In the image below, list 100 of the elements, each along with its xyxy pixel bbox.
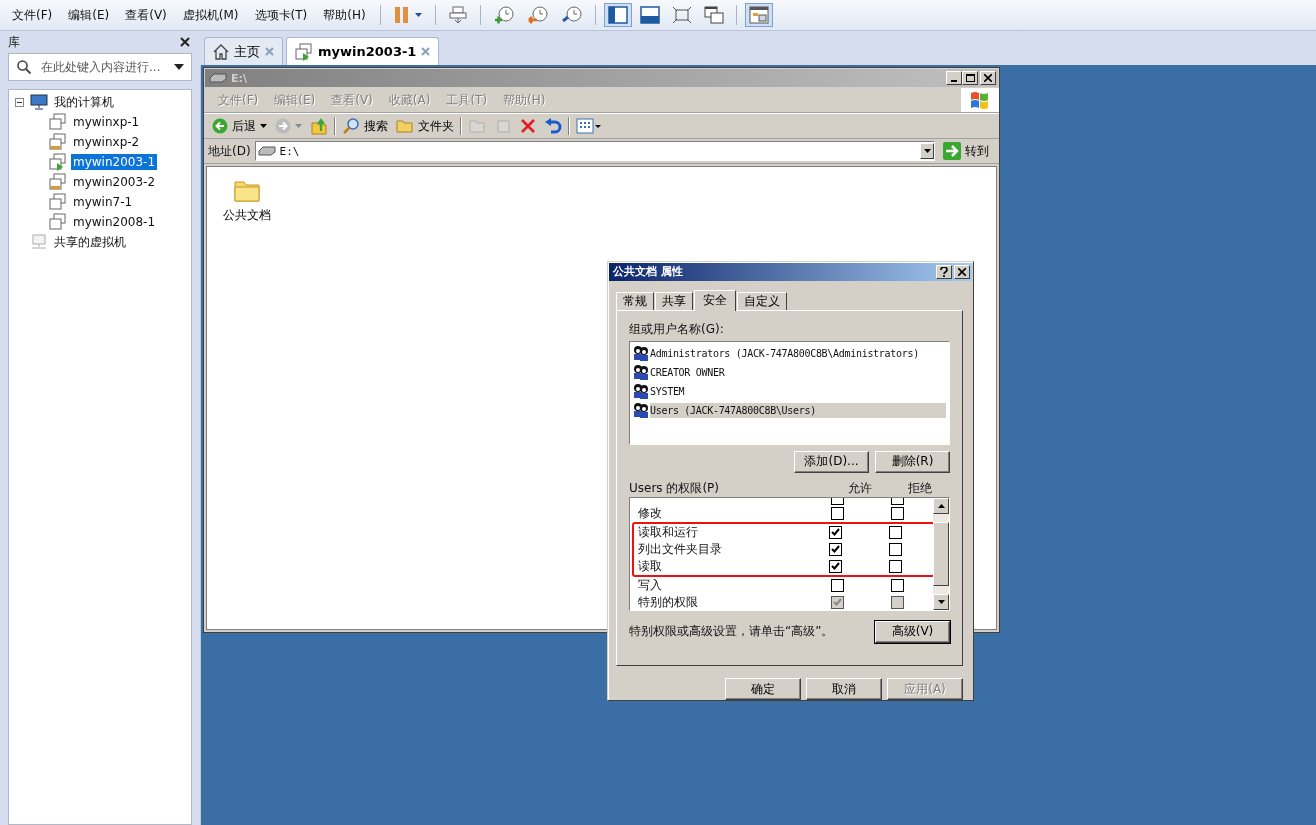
add-button[interactable]: 添加(D)... bbox=[794, 450, 869, 473]
toolbar-button[interactable] bbox=[744, 3, 773, 27]
checkbox[interactable] bbox=[830, 578, 844, 592]
search-field[interactable]: 在此处键入内容进行... bbox=[8, 53, 192, 81]
folder-item[interactable]: 公共文档 bbox=[221, 175, 273, 226]
tab[interactable]: 自定义 bbox=[737, 291, 787, 310]
search-icon bbox=[16, 59, 32, 75]
down-arrow-icon bbox=[937, 599, 945, 604]
advanced-button[interactable]: 高级(V) bbox=[875, 620, 950, 643]
checkbox[interactable] bbox=[890, 497, 904, 505]
checkbox[interactable] bbox=[828, 559, 842, 573]
scroll-down-button[interactable] bbox=[933, 593, 949, 610]
tab[interactable]: 安全 bbox=[694, 289, 736, 311]
permissions-label: Users 的权限(P) bbox=[629, 480, 721, 498]
undo-icon bbox=[544, 118, 562, 134]
permission-name: 写入 bbox=[638, 576, 663, 594]
users-icon bbox=[633, 364, 649, 381]
toolbar-button[interactable] bbox=[603, 3, 632, 27]
menu-item[interactable]: 文件(F) bbox=[4, 6, 61, 24]
up-arrow-icon bbox=[937, 503, 945, 508]
scroll-thumb[interactable] bbox=[933, 521, 949, 586]
tree-item[interactable]: mywin7-1 bbox=[71, 194, 135, 210]
menu-item[interactable]: 帮助(H) bbox=[315, 6, 374, 24]
menu-item[interactable]: 查看(V) bbox=[117, 6, 175, 24]
menu-item[interactable]: 虚拟机(M) bbox=[174, 6, 247, 24]
folder-icon bbox=[396, 118, 414, 134]
help-button[interactable] bbox=[936, 264, 952, 279]
checkbox[interactable] bbox=[890, 578, 904, 592]
dialog-button[interactable]: 确定 bbox=[725, 678, 801, 700]
drive-icon bbox=[257, 146, 276, 156]
caret-icon bbox=[923, 149, 931, 153]
column-header: 允许 bbox=[847, 480, 873, 498]
tab[interactable]: 主页 bbox=[204, 37, 283, 65]
users-icon bbox=[633, 383, 649, 400]
user-item[interactable]: Users (JACK-747A800C8B\Users) bbox=[650, 402, 946, 418]
permission-name: 列出文件夹目录 bbox=[638, 540, 723, 558]
checkbox[interactable] bbox=[888, 559, 902, 573]
tree-item[interactable]: mywinxp-2 bbox=[71, 134, 142, 150]
maximize-icon bbox=[965, 74, 975, 82]
checkbox[interactable] bbox=[828, 525, 842, 539]
checkbox[interactable] bbox=[888, 525, 902, 539]
user-item[interactable]: SYSTEM bbox=[650, 383, 946, 399]
address-field[interactable]: E:\ bbox=[254, 141, 935, 161]
page-icon bbox=[494, 118, 512, 134]
home-icon bbox=[213, 43, 229, 60]
close-button[interactable] bbox=[954, 264, 970, 279]
views-icon bbox=[576, 118, 602, 134]
dialog-title: 公共文档 属性 bbox=[613, 264, 684, 280]
up-folder-icon bbox=[310, 117, 328, 135]
back-button[interactable]: 后退 bbox=[208, 117, 271, 135]
folder-icon bbox=[468, 118, 486, 134]
hint-text: 特别权限或高级设置，请单击“高级”。 bbox=[629, 623, 834, 641]
caret-icon bbox=[260, 124, 267, 128]
dialog-button[interactable]: 取消 bbox=[806, 678, 882, 700]
checkbox[interactable] bbox=[830, 497, 844, 505]
permission-name: 读取和运行 bbox=[638, 523, 699, 541]
tab[interactable]: 常规 bbox=[616, 291, 654, 310]
menu-item[interactable]: 选项卡(T) bbox=[246, 6, 316, 24]
folders-button[interactable]: 文件夹 bbox=[392, 117, 458, 135]
users-icon bbox=[633, 402, 649, 419]
checkbox[interactable] bbox=[830, 506, 844, 520]
checkbox[interactable] bbox=[828, 542, 842, 556]
dropdown-button[interactable] bbox=[920, 143, 934, 159]
forward-arrow-icon bbox=[275, 118, 291, 134]
search-icon bbox=[342, 117, 360, 135]
question-mark-icon bbox=[940, 266, 948, 277]
column-header: 拒绝 bbox=[907, 480, 933, 498]
menu-item[interactable]: 编辑(E) bbox=[60, 6, 118, 24]
tree-item[interactable]: mywin2003-2 bbox=[71, 174, 158, 190]
users-icon bbox=[633, 345, 649, 362]
user-item[interactable]: CREATOR OWNER bbox=[650, 364, 946, 380]
virtual-machine-icon bbox=[295, 42, 313, 61]
tree-item[interactable]: mywin2003-1 bbox=[71, 154, 158, 170]
go-arrow-icon bbox=[943, 142, 961, 160]
tab[interactable]: mywin2003-1 bbox=[286, 37, 440, 65]
checkbox[interactable] bbox=[890, 506, 904, 520]
remove-button[interactable]: 删除(R) bbox=[875, 450, 950, 473]
tree-item[interactable]: mywin2008-1 bbox=[71, 214, 158, 230]
tab[interactable]: 共享 bbox=[655, 291, 693, 310]
go-button[interactable]: 转到 bbox=[939, 142, 995, 160]
permission-name: 读取 bbox=[638, 557, 663, 575]
close-icon[interactable] bbox=[180, 37, 190, 47]
permission-name: 修改 bbox=[638, 504, 663, 522]
caret-icon bbox=[295, 124, 302, 128]
dropdown-caret-icon[interactable] bbox=[174, 64, 184, 70]
search-button[interactable]: 搜索 bbox=[338, 117, 392, 135]
close-icon bbox=[984, 74, 992, 82]
user-item[interactable]: Administrators (JACK-747A800C8B\Administrators) bbox=[650, 345, 946, 361]
computer-icon bbox=[30, 94, 48, 110]
window-title: E:\ bbox=[231, 71, 248, 85]
tree-item[interactable]: mywinxp-1 bbox=[71, 114, 142, 130]
tree-item[interactable]: 共享的虚拟机 bbox=[52, 232, 128, 252]
library-title: 库 bbox=[8, 33, 20, 51]
network-computer-icon bbox=[30, 234, 48, 250]
drive-icon bbox=[209, 73, 227, 83]
scroll-up-button[interactable] bbox=[933, 497, 949, 514]
tree-item[interactable]: 我的计算机 bbox=[52, 92, 116, 112]
delete-icon bbox=[520, 118, 536, 134]
checkbox[interactable] bbox=[888, 542, 902, 556]
collapse-icon[interactable] bbox=[15, 97, 24, 107]
